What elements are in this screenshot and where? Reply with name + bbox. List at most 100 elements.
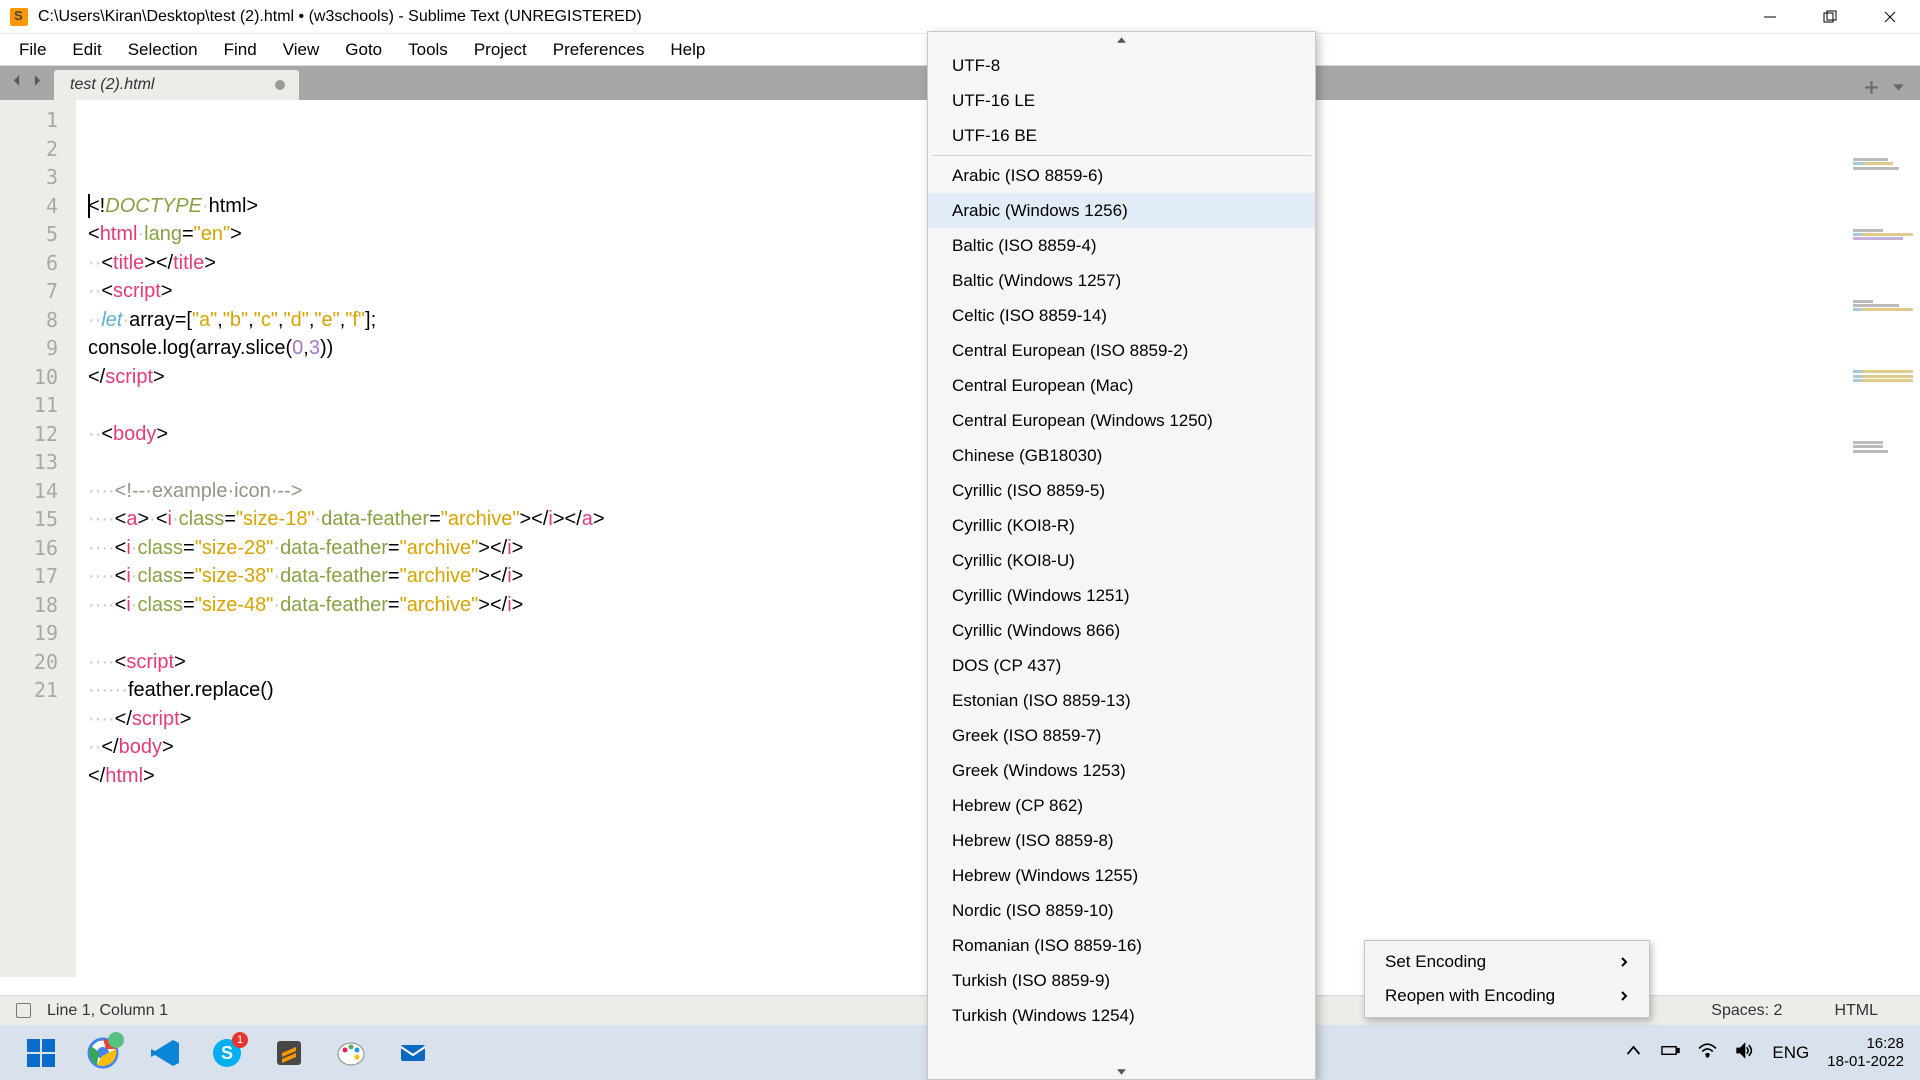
menu-view[interactable]: View (270, 35, 333, 65)
sublime-taskbar-icon[interactable] (266, 1030, 312, 1076)
menu-goto[interactable]: Goto (332, 35, 395, 65)
sublime-app-icon (10, 8, 28, 26)
svg-text:S: S (221, 1043, 233, 1063)
encoding-item[interactable]: Greek (ISO 8859-7) (928, 718, 1315, 753)
menu-help[interactable]: Help (657, 35, 718, 65)
battery-icon[interactable] (1661, 1041, 1680, 1065)
encoding-item[interactable]: Hebrew (CP 862) (928, 788, 1315, 823)
line-number-gutter: 123456789101112131415161718192021 (0, 100, 76, 977)
encoding-item[interactable]: Greek (Windows 1253) (928, 753, 1315, 788)
maximize-button[interactable] (1800, 0, 1860, 34)
close-button[interactable] (1860, 0, 1920, 34)
system-clock[interactable]: 16:28 18-01-2022 (1827, 1035, 1904, 1071)
line-number: 8 (0, 306, 76, 335)
line-number: 18 (0, 591, 76, 620)
title-bar: C:\Users\Kiran\Desktop\test (2).html • (… (0, 0, 1920, 34)
tab-dropdown-icon[interactable] (1891, 80, 1906, 100)
line-number: 14 (0, 477, 76, 506)
line-number: 21 (0, 676, 76, 705)
tab-label: test (2).html (70, 76, 154, 94)
encoding-item[interactable]: Cyrillic (ISO 8859-5) (928, 473, 1315, 508)
syntax-field[interactable]: HTML (1808, 1002, 1904, 1020)
menu-preferences[interactable]: Preferences (540, 35, 658, 65)
chrome-icon[interactable] (80, 1030, 126, 1076)
chrome-badge (108, 1032, 124, 1048)
skype-icon[interactable]: S 1 (204, 1030, 250, 1076)
menu-project[interactable]: Project (461, 35, 540, 65)
menu-edit[interactable]: Edit (59, 35, 114, 65)
wifi-icon[interactable] (1698, 1041, 1717, 1065)
encoding-item[interactable]: Celtic (ISO 8859-14) (928, 298, 1315, 333)
encoding-submenu-item[interactable]: Reopen with Encoding (1365, 979, 1649, 1013)
encoding-item[interactable]: Romanian (ISO 8859-16) (928, 928, 1315, 963)
menu-scroll-up-icon[interactable] (928, 32, 1315, 48)
line-number: 5 (0, 220, 76, 249)
start-button[interactable] (18, 1030, 64, 1076)
panel-toggle-icon[interactable] (16, 1003, 31, 1018)
encoding-item[interactable]: UTF-16 LE (928, 83, 1315, 118)
line-number: 7 (0, 277, 76, 306)
encoding-item[interactable]: Arabic (Windows 1256) (928, 193, 1315, 228)
line-number: 1 (0, 106, 76, 135)
encoding-item[interactable]: Turkish (Windows 1254) (928, 998, 1315, 1033)
file-tab[interactable]: test (2).html (54, 70, 299, 100)
vscode-icon[interactable] (142, 1030, 188, 1076)
encoding-item[interactable]: Cyrillic (KOI8-R) (928, 508, 1315, 543)
encoding-menu: UTF-8UTF-16 LEUTF-16 BE Arabic (ISO 8859-… (927, 31, 1316, 1080)
window-title: C:\Users\Kiran\Desktop\test (2).html • (… (38, 8, 642, 26)
encoding-submenu-item[interactable]: Set Encoding (1365, 945, 1649, 979)
tab-prev-icon[interactable] (10, 74, 23, 92)
encoding-item[interactable]: Cyrillic (Windows 866) (928, 613, 1315, 648)
encoding-item[interactable]: Hebrew (Windows 1255) (928, 858, 1315, 893)
encoding-item[interactable]: Cyrillic (Windows 1251) (928, 578, 1315, 613)
encoding-item[interactable]: Cyrillic (KOI8-U) (928, 543, 1315, 578)
line-number: 13 (0, 448, 76, 477)
line-number: 12 (0, 420, 76, 449)
line-number: 6 (0, 249, 76, 278)
encoding-item[interactable]: UTF-8 (928, 48, 1315, 83)
encoding-item[interactable]: Arabic (ISO 8859-6) (928, 158, 1315, 193)
menu-find[interactable]: Find (211, 35, 270, 65)
tray-chevron-up-icon[interactable] (1624, 1041, 1643, 1065)
encoding-item[interactable]: Hebrew (ISO 8859-8) (928, 823, 1315, 858)
line-number: 9 (0, 334, 76, 363)
clock-time: 16:28 (1827, 1035, 1904, 1053)
encoding-item[interactable]: Central European (Windows 1250) (928, 403, 1315, 438)
minimap[interactable] (1845, 100, 1920, 170)
encoding-item[interactable]: UTF-16 BE (928, 118, 1315, 153)
cursor-position[interactable]: Line 1, Column 1 (47, 1002, 168, 1020)
indentation-field[interactable]: Spaces: 2 (1685, 1002, 1808, 1020)
paint-icon[interactable] (328, 1030, 374, 1076)
encoding-item[interactable]: Chinese (GB18030) (928, 438, 1315, 473)
encoding-item[interactable]: Central European (Mac) (928, 368, 1315, 403)
line-number: 3 (0, 163, 76, 192)
tab-next-icon[interactable] (31, 74, 44, 92)
encoding-item[interactable]: Nordic (ISO 8859-10) (928, 893, 1315, 928)
encoding-item[interactable]: Estonian (ISO 8859-13) (928, 683, 1315, 718)
encoding-item[interactable]: Baltic (ISO 8859-4) (928, 228, 1315, 263)
line-number: 2 (0, 135, 76, 164)
line-number: 20 (0, 648, 76, 677)
encoding-item[interactable]: Central European (ISO 8859-2) (928, 333, 1315, 368)
menu-file[interactable]: File (6, 35, 59, 65)
menu-scroll-down-icon[interactable] (928, 1063, 1315, 1079)
language-indicator[interactable]: ENG (1772, 1043, 1809, 1063)
tab-dirty-indicator-icon (275, 80, 285, 90)
menu-tools[interactable]: Tools (395, 35, 461, 65)
skype-badge: 1 (232, 1032, 248, 1048)
encoding-item[interactable]: DOS (CP 437) (928, 648, 1315, 683)
line-number: 10 (0, 363, 76, 392)
clock-date: 18-01-2022 (1827, 1053, 1904, 1071)
new-tab-icon[interactable] (1864, 80, 1879, 100)
encoding-item[interactable]: Turkish (ISO 8859-9) (928, 963, 1315, 998)
encoding-item[interactable]: Baltic (Windows 1257) (928, 263, 1315, 298)
line-number: 11 (0, 391, 76, 420)
line-number: 4 (0, 192, 76, 221)
mail-icon[interactable] (390, 1030, 436, 1076)
line-number: 19 (0, 619, 76, 648)
menu-selection[interactable]: Selection (115, 35, 211, 65)
minimize-button[interactable] (1740, 0, 1800, 34)
line-number: 15 (0, 505, 76, 534)
encoding-context-menu: Set EncodingReopen with Encoding (1364, 940, 1650, 1018)
volume-icon[interactable] (1735, 1041, 1754, 1065)
